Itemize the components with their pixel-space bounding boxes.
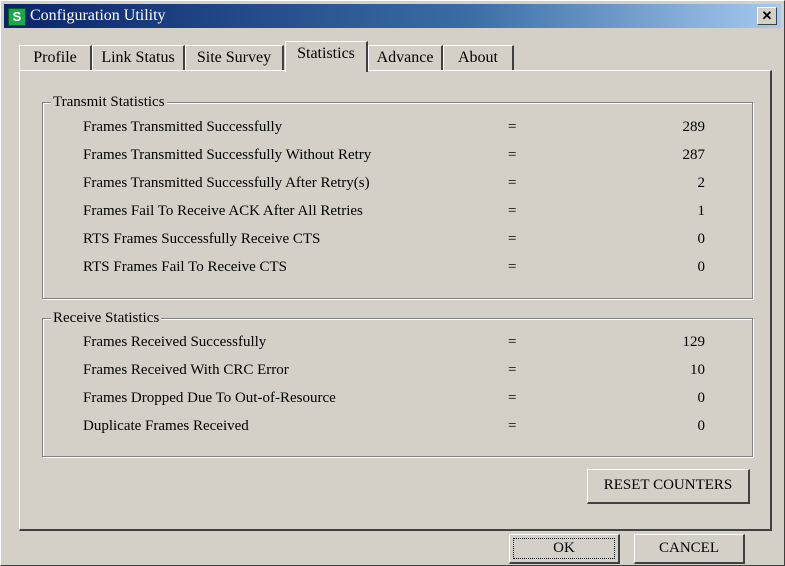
equals-sign: = — [508, 390, 517, 406]
stat-row: Frames Transmitted Successfully After Re… — [43, 171, 752, 195]
stat-value: 10 — [690, 362, 705, 378]
stat-row: RTS Frames Successfully Receive CTS = 0 — [43, 227, 752, 251]
configuration-utility-window: S Configuration Utility ✕ Profile Link S… — [0, 0, 785, 566]
stat-row: Frames Fail To Receive ACK After All Ret… — [43, 199, 752, 223]
stat-row: RTS Frames Fail To Receive CTS = 0 — [43, 255, 752, 279]
tab-about[interactable]: About — [443, 45, 514, 71]
stat-label: RTS Frames Successfully Receive CTS — [83, 231, 321, 247]
window-title: Configuration Utility — [30, 7, 166, 24]
close-button[interactable]: ✕ — [757, 7, 777, 25]
equals-sign: = — [508, 362, 517, 378]
stat-label: Frames Received Successfully — [83, 334, 267, 350]
equals-sign: = — [508, 231, 517, 247]
app-icon: S — [8, 8, 26, 26]
equals-sign: = — [508, 203, 517, 219]
reset-counters-label: RESET COUNTERS — [603, 477, 733, 493]
stat-label: Frames Transmitted Successfully Without … — [83, 147, 372, 163]
tab-profile[interactable]: Profile — [19, 45, 92, 71]
stat-row: Frames Received With CRC Error = 10 — [43, 358, 752, 382]
cancel-label: CANCEL — [659, 540, 719, 556]
stat-label: Frames Transmitted Successfully After Re… — [83, 175, 370, 191]
stat-value: 1 — [697, 203, 706, 219]
stat-label: Frames Transmitted Successfully — [83, 119, 283, 135]
receive-statistics-group: Receive Statistics Frames Received Succe… — [42, 308, 753, 457]
stat-row: Duplicate Frames Received = 0 — [43, 414, 752, 438]
equals-sign: = — [508, 175, 517, 191]
tab-link-status[interactable]: Link Status — [92, 45, 185, 71]
transmit-statistics-title: Transmit Statistics — [51, 92, 167, 112]
equals-sign: = — [508, 147, 517, 163]
transmit-statistics-group: Transmit Statistics Frames Transmitted S… — [42, 92, 753, 299]
stat-row: Frames Dropped Due To Out-of-Resource = … — [43, 386, 752, 410]
stat-label: Frames Fail To Receive ACK After All Ret… — [83, 203, 363, 219]
stat-label: Frames Dropped Due To Out-of-Resource — [83, 390, 336, 406]
stat-row: Frames Received Successfully = 129 — [43, 330, 752, 354]
stat-value: 289 — [682, 119, 706, 135]
statistics-panel: Transmit Statistics Frames Transmitted S… — [19, 70, 772, 531]
focus-rectangle — [513, 538, 615, 559]
tab-advance[interactable]: Advance — [368, 45, 443, 71]
stat-value: 0 — [697, 418, 706, 434]
equals-sign: = — [508, 418, 517, 434]
stat-label: Duplicate Frames Received — [83, 418, 249, 434]
equals-sign: = — [508, 334, 517, 350]
equals-sign: = — [508, 259, 517, 275]
stat-value: 0 — [697, 231, 706, 247]
tab-site-survey[interactable]: Site Survey — [185, 45, 284, 71]
title-bar: S Configuration Utility ✕ — [4, 4, 781, 28]
equals-sign: = — [508, 119, 517, 135]
stat-value: 129 — [682, 334, 706, 350]
receive-statistics-title: Receive Statistics — [51, 308, 162, 328]
stat-label: Frames Received With CRC Error — [83, 362, 289, 378]
stat-value: 0 — [697, 390, 706, 406]
stat-row: Frames Transmitted Successfully = 289 — [43, 115, 752, 139]
tab-statistics[interactable]: Statistics — [285, 41, 368, 72]
cancel-button[interactable]: CANCEL — [634, 534, 745, 564]
stat-value: 0 — [697, 259, 706, 275]
stat-label: RTS Frames Fail To Receive CTS — [83, 259, 288, 275]
stat-value: 287 — [682, 147, 706, 163]
stat-row: Frames Transmitted Successfully Without … — [43, 143, 752, 167]
ok-button[interactable]: OK — [509, 534, 620, 564]
reset-counters-button[interactable]: RESET COUNTERS — [587, 469, 750, 504]
stat-value: 2 — [697, 175, 706, 191]
